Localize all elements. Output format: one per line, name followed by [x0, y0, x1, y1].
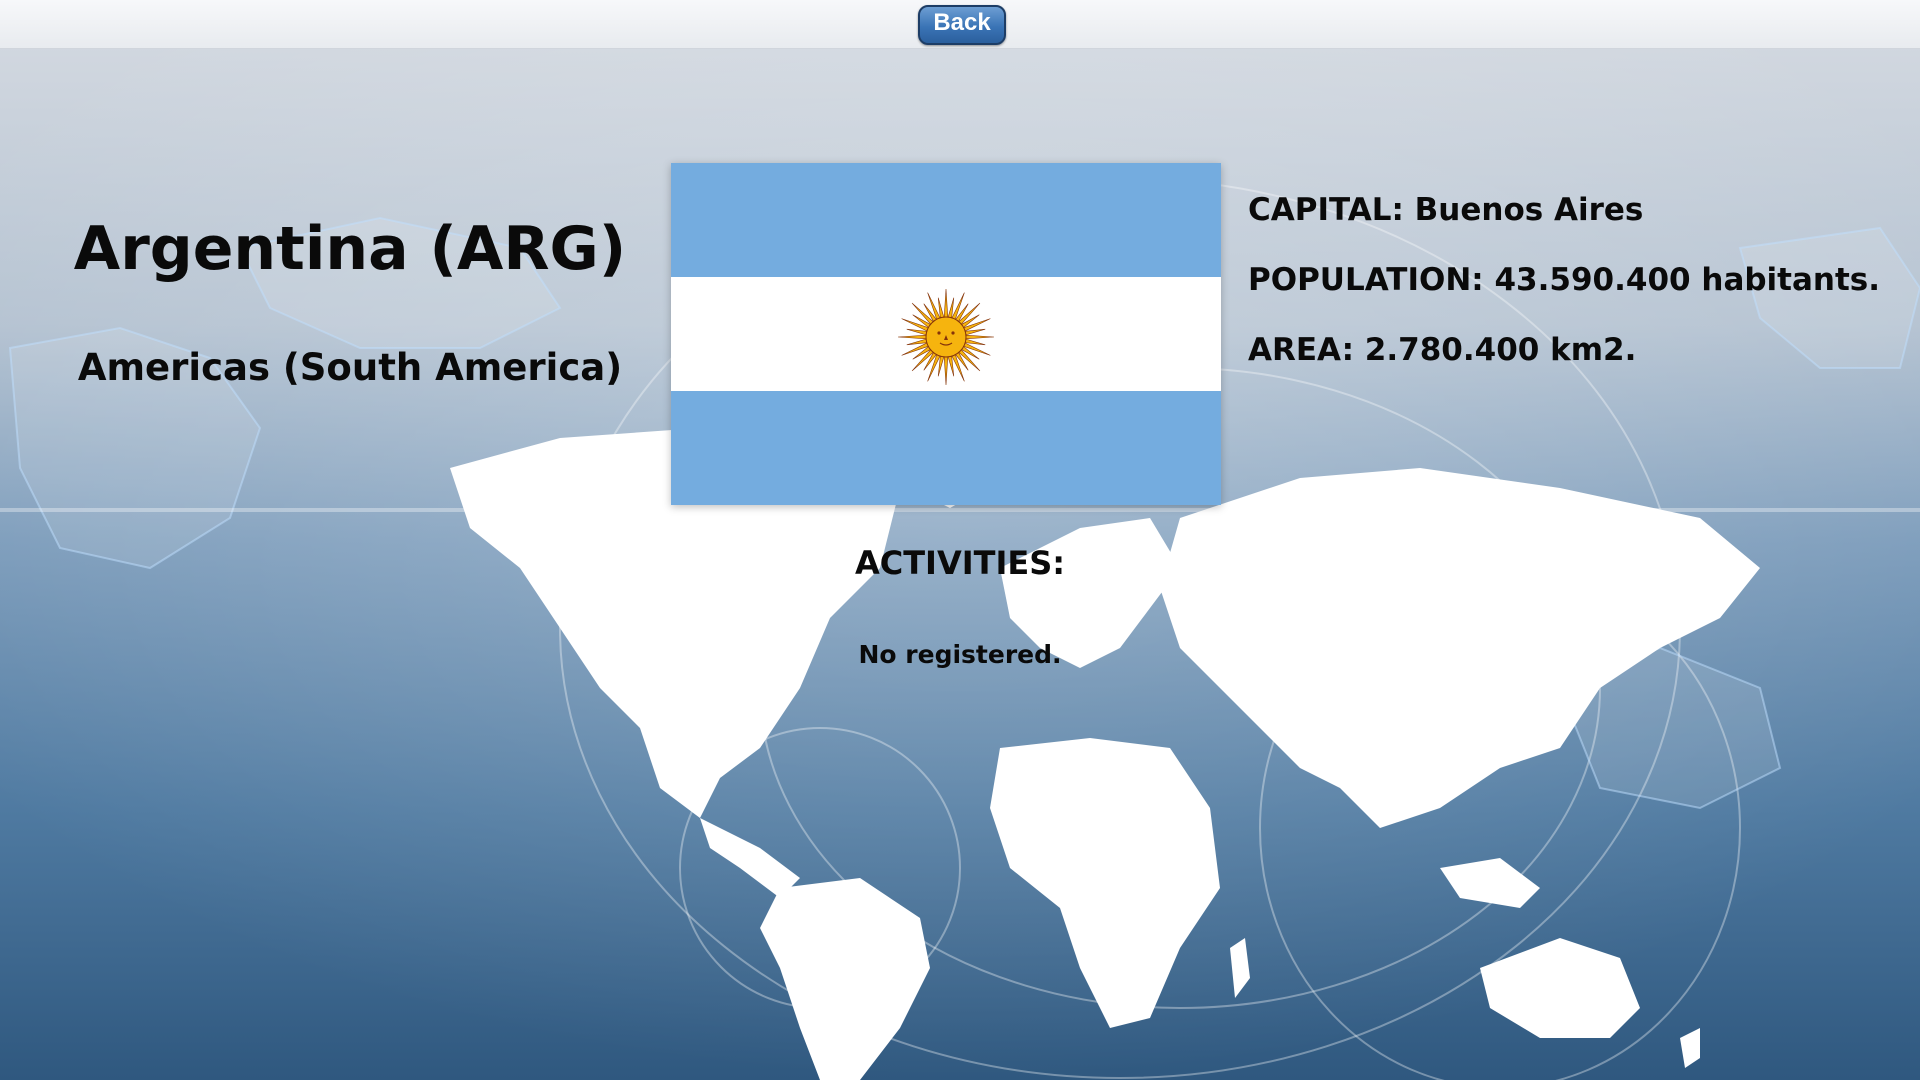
- sun-ray: [964, 328, 986, 336]
- sun-ray: [964, 338, 986, 346]
- sun-ray: [937, 355, 945, 377]
- sun-ray: [943, 356, 949, 386]
- back-button[interactable]: Back: [918, 5, 1006, 45]
- country-detail-screen: Back Argentina (ARG) Americas (South Ame…: [0, 0, 1920, 1080]
- top-bar: Back: [0, 0, 1920, 49]
- activities-empty-text: No registered.: [858, 640, 1062, 669]
- sun-ray: [937, 297, 945, 319]
- sun-ray: [947, 355, 955, 377]
- sun-ray: [906, 338, 928, 346]
- sun-ray: [897, 334, 927, 340]
- sun-ray: [901, 318, 929, 332]
- population-text: POPULATION: 43.590.400 habitants.: [1248, 262, 1881, 298]
- sun-ray: [927, 292, 941, 320]
- sun-ray: [963, 342, 991, 356]
- sun-ray: [927, 354, 941, 382]
- country-title: Argentina (ARG): [73, 214, 627, 284]
- country-region: Americas (South America): [77, 346, 623, 389]
- sun-ray: [901, 342, 929, 356]
- country-facts: CAPITAL: Buenos Aires POPULATION: 43.590…: [1248, 192, 1908, 402]
- sun-of-may-icon: [897, 288, 995, 386]
- flag-stripe-bottom: [671, 391, 1221, 505]
- sun-ray: [906, 328, 928, 336]
- sun-ray: [943, 288, 949, 318]
- sun-ray: [965, 334, 995, 340]
- capital-text: CAPITAL: Buenos Aires: [1248, 192, 1644, 228]
- sun-ray: [951, 292, 965, 320]
- area-text: AREA: 2.780.400 km2.: [1248, 332, 1637, 368]
- flag-stripe-top: [671, 163, 1221, 277]
- sun-ray: [963, 318, 991, 332]
- activities-heading: ACTIVITIES:: [854, 544, 1066, 582]
- horizontal-band: [0, 508, 1920, 512]
- sun-ray: [951, 354, 965, 382]
- sun-ray: [947, 297, 955, 319]
- argentina-flag-image: [671, 163, 1221, 505]
